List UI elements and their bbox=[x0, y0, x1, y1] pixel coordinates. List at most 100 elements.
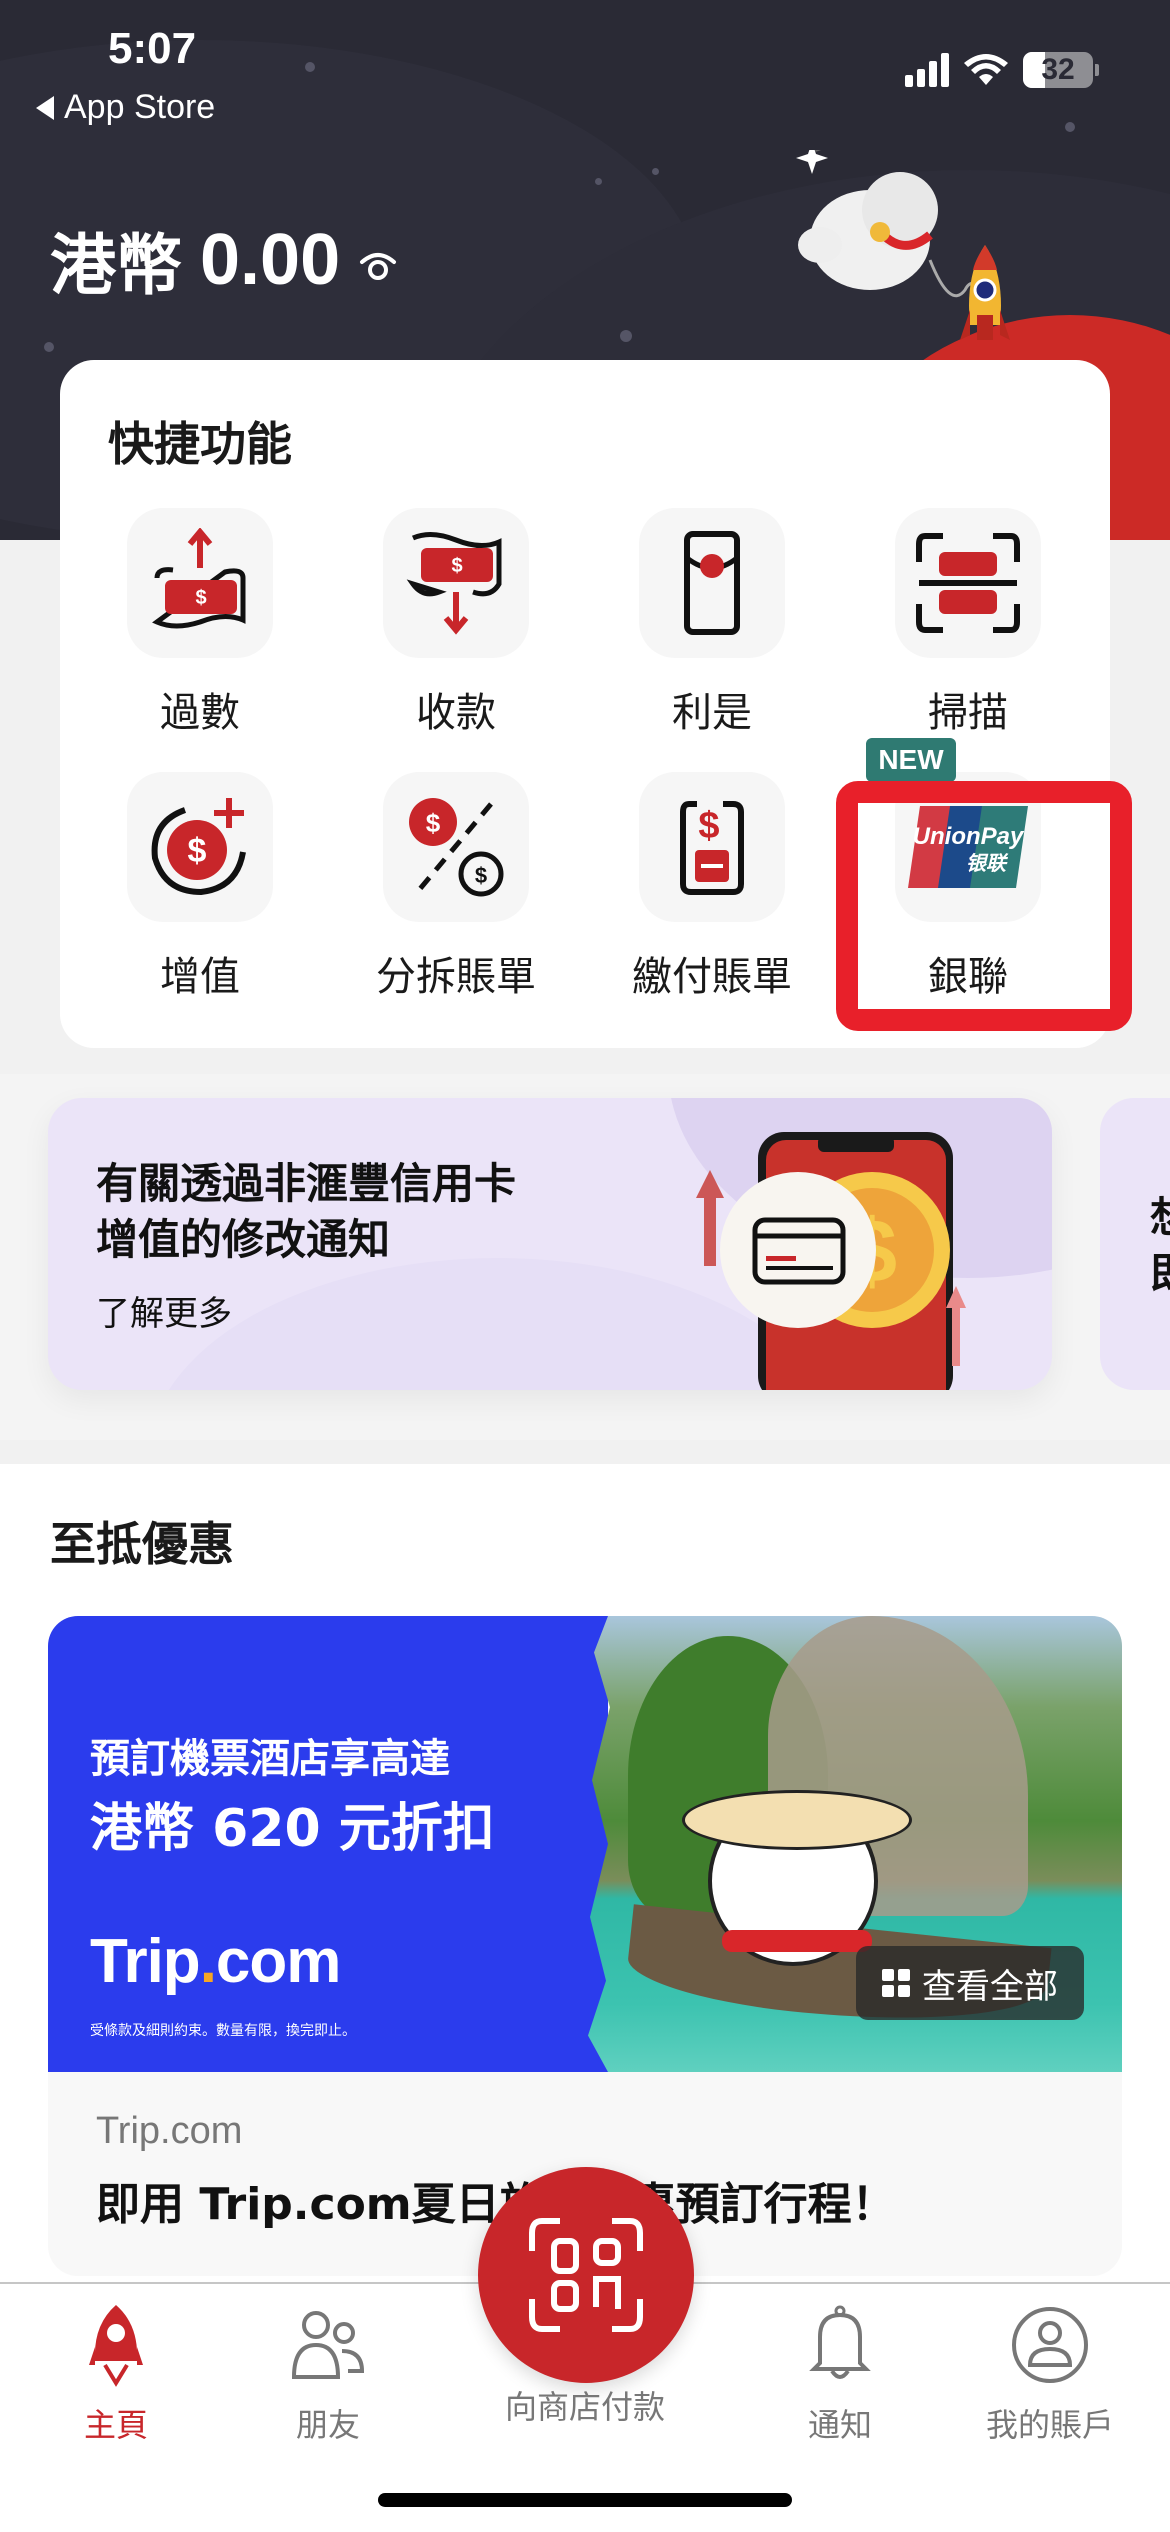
svg-text:$: $ bbox=[195, 587, 206, 609]
logo-part: Trip bbox=[90, 1927, 201, 1996]
eye-toggle-icon[interactable] bbox=[358, 250, 398, 284]
receive-money-icon: $ bbox=[406, 532, 502, 635]
svg-text:$: $ bbox=[451, 555, 462, 577]
offer-headline: 預訂機票酒店享高達 bbox=[90, 1736, 450, 1782]
pay-bill-icon: $ bbox=[680, 801, 744, 895]
account-icon bbox=[1012, 2307, 1088, 2383]
quick-functions-title: 快捷功能 bbox=[108, 417, 292, 471]
balance-currency: 港幣 bbox=[50, 227, 182, 304]
view-all-button[interactable]: 查看全部 bbox=[856, 1946, 1084, 2020]
quick-item-icon-box: $ bbox=[127, 772, 273, 922]
top-up-icon: $ bbox=[151, 798, 246, 896]
offer-banner: 預訂機票酒店享高達 港幣 620 元折扣 Trip.com 受條款及細則約束。數… bbox=[48, 1616, 1122, 2072]
quick-item-pay-bill[interactable]: $ 繳付賬單 bbox=[592, 772, 832, 1002]
svg-text:$: $ bbox=[475, 863, 487, 888]
tab-label: 通知 bbox=[807, 2406, 872, 2444]
tab-home[interactable]: 主頁 bbox=[16, 2300, 216, 2446]
view-all-label: 查看全部 bbox=[922, 1966, 1058, 2007]
offers-title: 至抵優惠 bbox=[50, 1517, 234, 1571]
quick-item-split-bill[interactable]: $ $ 分拆賬單 bbox=[336, 772, 576, 1002]
battery-icon: 32 bbox=[1023, 52, 1093, 88]
status-icons: 32 bbox=[905, 52, 1099, 88]
pay-merchant-label[interactable]: 向商店付款 bbox=[440, 2382, 730, 2428]
promo-title-line: 有關透過非滙豐信用卡 bbox=[96, 1159, 517, 1208]
promo-title-line: 增值的修改通知 bbox=[96, 1215, 391, 1264]
quick-item-label: 增值 bbox=[160, 954, 240, 1000]
home-indicator bbox=[378, 2493, 792, 2507]
tab-notifications[interactable]: 通知 bbox=[740, 2300, 940, 2446]
svg-text:$: $ bbox=[426, 808, 441, 838]
svg-text:$: $ bbox=[188, 832, 207, 870]
friends-icon bbox=[291, 2311, 365, 2379]
quick-item-icon-box bbox=[895, 508, 1041, 658]
balance-amount: 0.00 bbox=[200, 220, 341, 300]
promo-title-line: 即 bbox=[1150, 1246, 1170, 1302]
mascot-cat-icon bbox=[682, 1790, 912, 1966]
rocket-home-icon bbox=[89, 2305, 143, 2387]
star bbox=[652, 168, 659, 175]
quick-item-scan[interactable]: 掃描 bbox=[848, 508, 1088, 738]
cat-hat bbox=[682, 1790, 912, 1850]
tab-friends[interactable]: 朋友 bbox=[228, 2300, 428, 2446]
new-badge: NEW bbox=[866, 738, 956, 782]
battery-level: 32 bbox=[1041, 53, 1075, 86]
star bbox=[620, 330, 632, 342]
quick-item-icon-box: $ bbox=[383, 508, 529, 658]
offer-headline-amount: 港幣 620 元折扣 bbox=[90, 1799, 495, 1859]
tab-label: 主頁 bbox=[83, 2406, 148, 2444]
back-to-app-store-link[interactable]: App Store bbox=[36, 88, 215, 127]
quick-item-icon-box: $ bbox=[639, 772, 785, 922]
quick-item-transfer[interactable]: $ 過數 bbox=[80, 508, 320, 738]
learn-more-link[interactable]: 了解更多 bbox=[96, 1286, 232, 1335]
offer-merchant: Trip.com bbox=[96, 2110, 243, 2152]
split-bill-icon: $ $ bbox=[409, 798, 504, 897]
back-link-label: App Store bbox=[64, 88, 216, 126]
star bbox=[595, 178, 602, 185]
red-packet-icon bbox=[684, 531, 740, 635]
quick-item-top-up[interactable]: $ 增值 bbox=[80, 772, 320, 1002]
quick-item-label: 掃描 bbox=[928, 690, 1008, 736]
quick-item-icon-box: $ $ bbox=[383, 772, 529, 922]
send-money-icon: $ bbox=[152, 528, 246, 629]
tab-label: 我的賬戶 bbox=[985, 2406, 1114, 2444]
quick-item-receive[interactable]: $ 收款 bbox=[336, 508, 576, 738]
quick-item-label: 繳付賬單 bbox=[632, 954, 792, 1000]
star bbox=[305, 62, 315, 72]
wifi-icon bbox=[964, 54, 1008, 85]
battery-tip bbox=[1095, 64, 1099, 76]
phone-card-coin-illustration: $ bbox=[696, 1132, 966, 1390]
quick-item-label: 收款 bbox=[416, 690, 496, 736]
scan-icon bbox=[916, 533, 1020, 633]
tab-label: 朋友 bbox=[295, 2406, 360, 2444]
quick-item-icon-box bbox=[639, 508, 785, 658]
quick-item-icon-box: $ bbox=[127, 508, 273, 658]
balance-display: 港幣 0.00 bbox=[50, 212, 398, 308]
quick-item-label: 分拆賬單 bbox=[376, 954, 536, 1000]
tab-my-account[interactable]: 我的賬戶 bbox=[950, 2300, 1150, 2446]
promo-title-line: 想 bbox=[1150, 1190, 1170, 1246]
offer-terms: 受條款及細則約束。數量有限，換完即止。 bbox=[90, 2023, 356, 2039]
trip-com-logo: Trip.com bbox=[90, 1926, 341, 1997]
promo-card[interactable]: 有關透過非滙豐信用卡 增值的修改通知 了解更多 $ bbox=[48, 1098, 1052, 1390]
quick-item-label: 過數 bbox=[160, 690, 240, 736]
grid-icon bbox=[882, 1969, 910, 1997]
status-time: 5:07 bbox=[108, 24, 197, 73]
svg-text:$: $ bbox=[698, 805, 719, 847]
qr-scan-icon bbox=[529, 2218, 643, 2332]
back-arrow-icon bbox=[36, 95, 54, 120]
highlight-box bbox=[836, 781, 1132, 1031]
star bbox=[1065, 122, 1075, 132]
promo-title: 有關透過非滙豐信用卡 增值的修改通知 bbox=[96, 1156, 656, 1268]
bell-icon bbox=[809, 2305, 871, 2379]
logo-part: com bbox=[215, 1927, 341, 1996]
logo-dot: . bbox=[199, 1927, 217, 1996]
promo-card[interactable]: 想 即 bbox=[1100, 1098, 1170, 1390]
cellular-signal-icon bbox=[905, 53, 949, 87]
star bbox=[44, 342, 54, 352]
rocket-icon bbox=[960, 245, 1010, 340]
pay-merchant-button[interactable] bbox=[478, 2167, 694, 2383]
cat-scarf bbox=[722, 1930, 872, 1952]
quick-item-red-packet[interactable]: 利是 bbox=[592, 508, 832, 738]
quick-item-label: 利是 bbox=[672, 690, 752, 736]
promo-title: 想 即 bbox=[1150, 1190, 1170, 1302]
